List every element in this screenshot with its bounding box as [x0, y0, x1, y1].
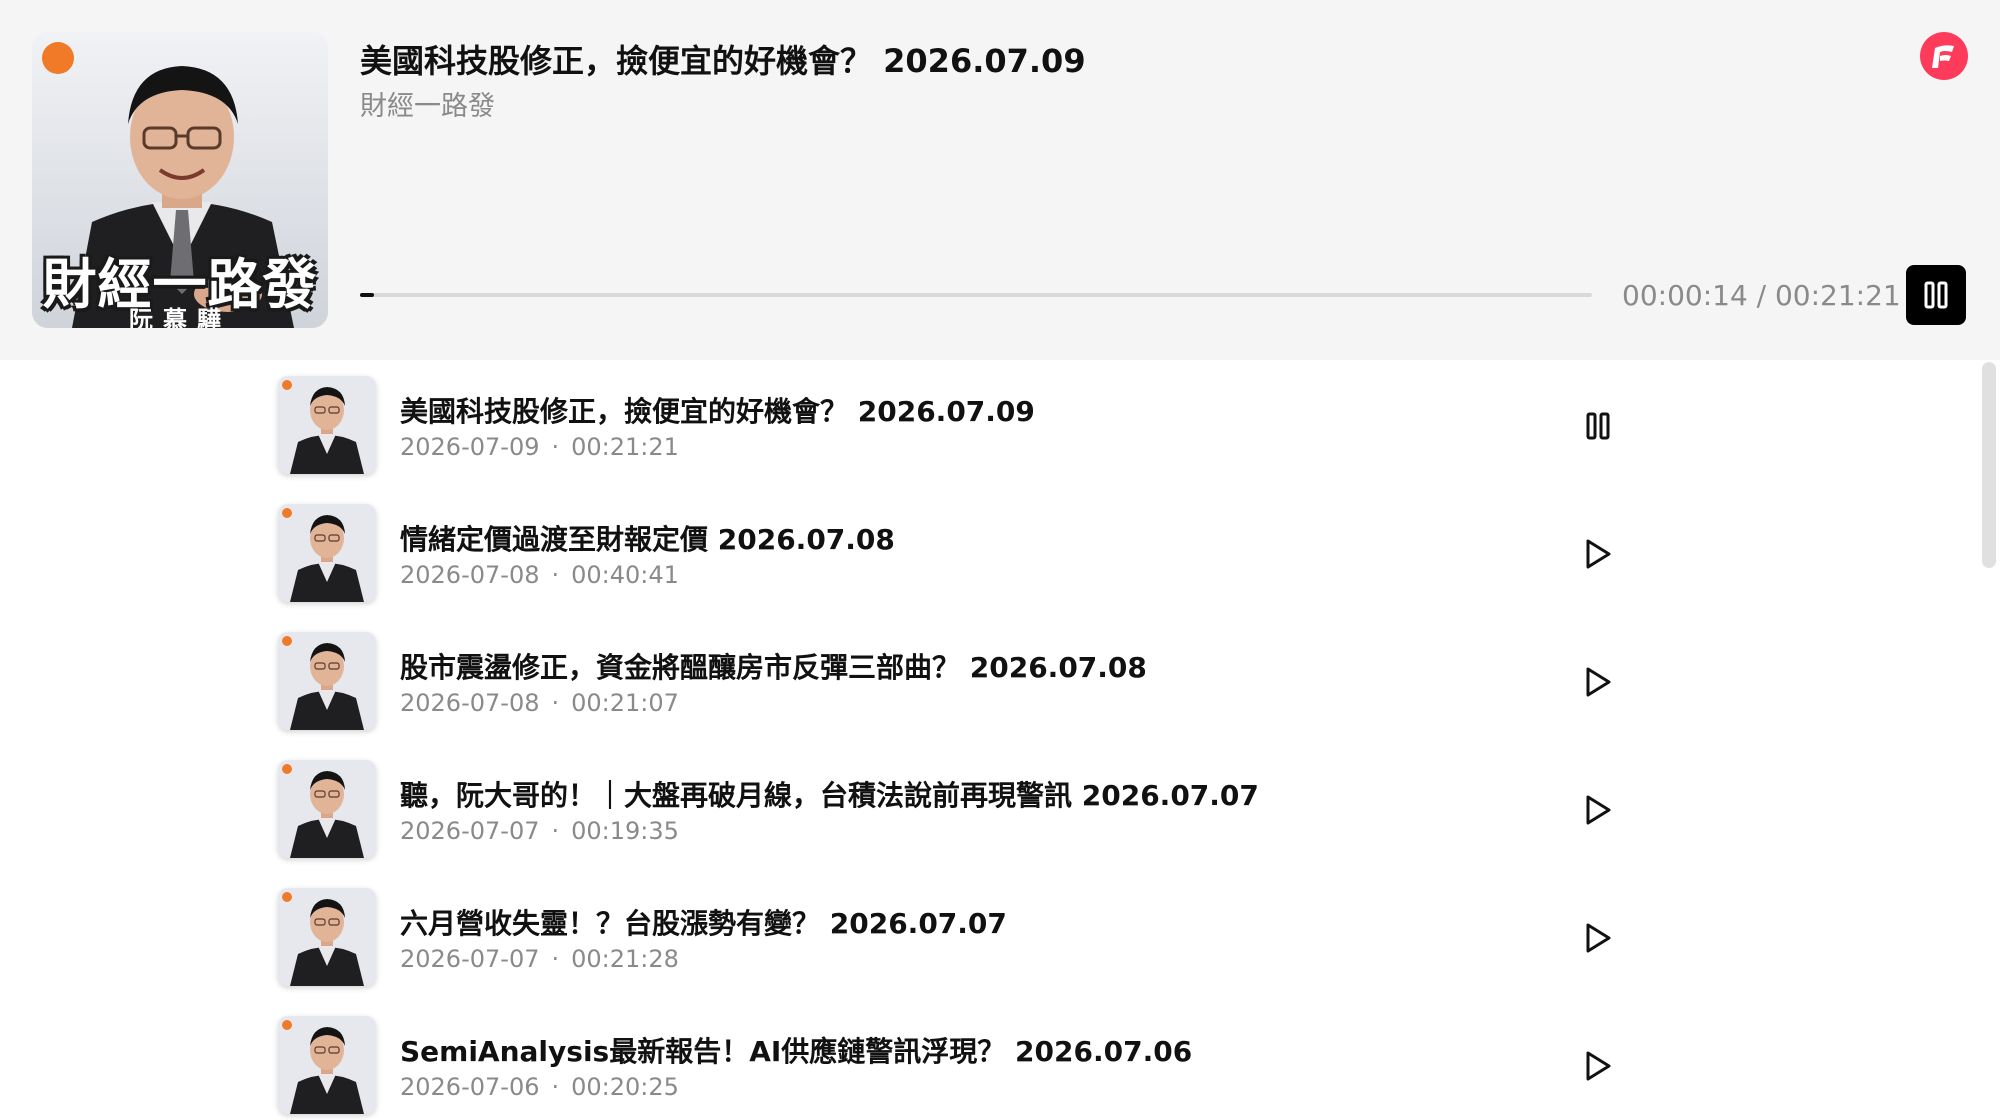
- meta-separator: ·: [551, 689, 560, 717]
- episode-meta: 2026-07-07 · 00:19:35: [400, 817, 679, 845]
- episode-duration: 00:40:41: [571, 561, 679, 589]
- meta-separator: ·: [551, 433, 560, 461]
- episode-meta: 2026-07-06 · 00:20:25: [400, 1073, 679, 1101]
- meta-separator: ·: [551, 945, 560, 973]
- now-playing-title: 美國科技股修正，撿便宜的好機會？ 2026.07.09: [360, 42, 1086, 80]
- episode-row[interactable]: SemiAnalysis最新報告！AI供應鏈警訊浮現？ 2026.07.06 20…: [278, 1016, 1638, 1120]
- meta-separator: ·: [551, 561, 560, 589]
- episode-row[interactable]: 情緒定價過渡至財報定價 2026.07.08 2026-07-08 · 00:40:4…: [278, 504, 1638, 616]
- episode-title[interactable]: 美國科技股修正，撿便宜的好機會？ 2026.07.09: [400, 390, 1035, 430]
- episode-title[interactable]: 情緒定價過渡至財報定價 2026.07.08: [400, 518, 895, 558]
- firstory-logo-icon[interactable]: [1920, 32, 1968, 80]
- episode-meta: 2026-07-09 · 00:21:21: [400, 433, 679, 461]
- episode-title[interactable]: 聽，阮大哥的！｜大盤再破月線，台積法說前再現警訊 2026.07.07: [400, 774, 1259, 814]
- episode-date: 2026-07-08: [400, 561, 540, 589]
- episode-meta: 2026-07-08 · 00:40:41: [400, 561, 679, 589]
- episode-row[interactable]: 聽，阮大哥的！｜大盤再破月線，台積法說前再現警訊 2026.07.07 2026-…: [278, 760, 1638, 872]
- episode-duration: 00:21:07: [571, 689, 679, 717]
- main-pause-button[interactable]: [1906, 265, 1966, 325]
- episode-play-button[interactable]: [1578, 662, 1618, 702]
- meta-separator: ·: [551, 817, 560, 845]
- play-icon: [1586, 1051, 1611, 1081]
- episode-pause-button[interactable]: [1578, 406, 1618, 446]
- episode-row[interactable]: 六月營收失靈！？台股漲勢有變？ 2026.07.07 2026-07-07 · 00:…: [278, 888, 1638, 1000]
- episode-list: 美國科技股修正，撿便宜的好機會？ 2026.07.09 2026-07-09 · 00…: [0, 360, 2000, 1120]
- episode-title[interactable]: 六月營收失靈！？台股漲勢有變？ 2026.07.07: [400, 902, 1007, 942]
- cover-subtitle: 阮慕驊: [129, 306, 231, 328]
- episode-play-button[interactable]: [1578, 534, 1618, 574]
- episode-play-button[interactable]: [1578, 918, 1618, 958]
- episode-date: 2026-07-06: [400, 1073, 540, 1101]
- progress-fill: [360, 293, 374, 297]
- cover-art: 財經一路發 阮慕驊: [32, 32, 328, 328]
- episode-date: 2026-07-09: [400, 433, 540, 461]
- now-playing-author[interactable]: 財經一路發: [360, 84, 495, 123]
- episode-date: 2026-07-07: [400, 817, 540, 845]
- episode-date: 2026-07-08: [400, 689, 540, 717]
- episode-thumbnail: [278, 632, 376, 730]
- time-readout: 00:00:14 / 00:21:21: [1622, 279, 1901, 312]
- episode-thumbnail: [278, 1016, 376, 1114]
- player-header: 財經一路發 阮慕驊 美國科技股修正，撿便宜的好機會？ 2026.07.09 財經…: [0, 0, 2000, 360]
- play-icon: [1586, 667, 1611, 697]
- episode-row[interactable]: 股市震盪修正，資金將醞釀房市反彈三部曲？ 2026.07.08 2026-07-0…: [278, 632, 1638, 744]
- play-icon: [1586, 923, 1611, 953]
- pause-icon: [1586, 412, 1610, 440]
- episode-duration: 00:21:21: [571, 433, 679, 461]
- meta-separator: ·: [551, 1073, 560, 1101]
- episode-duration: 00:21:28: [571, 945, 679, 973]
- episode-play-button[interactable]: [1578, 790, 1618, 830]
- episode-title[interactable]: 股市震盪修正，資金將醞釀房市反彈三部曲？ 2026.07.08: [400, 646, 1147, 686]
- play-icon: [1586, 539, 1611, 569]
- episode-title[interactable]: SemiAnalysis最新報告！AI供應鏈警訊浮現？ 2026.07.06: [400, 1030, 1192, 1070]
- episode-row[interactable]: 美國科技股修正，撿便宜的好機會？ 2026.07.09 2026-07-09 · 00…: [278, 376, 1638, 488]
- episode-thumbnail: [278, 504, 376, 602]
- scrollbar-thumb[interactable]: [1982, 362, 1996, 568]
- episode-thumbnail: [278, 888, 376, 986]
- play-icon: [1586, 795, 1611, 825]
- episode-meta: 2026-07-07 · 00:21:28: [400, 945, 679, 973]
- episode-date: 2026-07-07: [400, 945, 540, 973]
- progress-bar[interactable]: [360, 293, 1592, 297]
- episode-meta: 2026-07-08 · 00:21:07: [400, 689, 679, 717]
- episode-thumbnail: [278, 376, 376, 474]
- episode-duration: 00:19:35: [571, 817, 679, 845]
- episode-thumbnail: [278, 760, 376, 858]
- episode-play-button[interactable]: [1578, 1046, 1618, 1086]
- pause-icon: [1924, 281, 1948, 309]
- episode-duration: 00:20:25: [571, 1073, 679, 1101]
- channel-badge-icon: [42, 42, 74, 74]
